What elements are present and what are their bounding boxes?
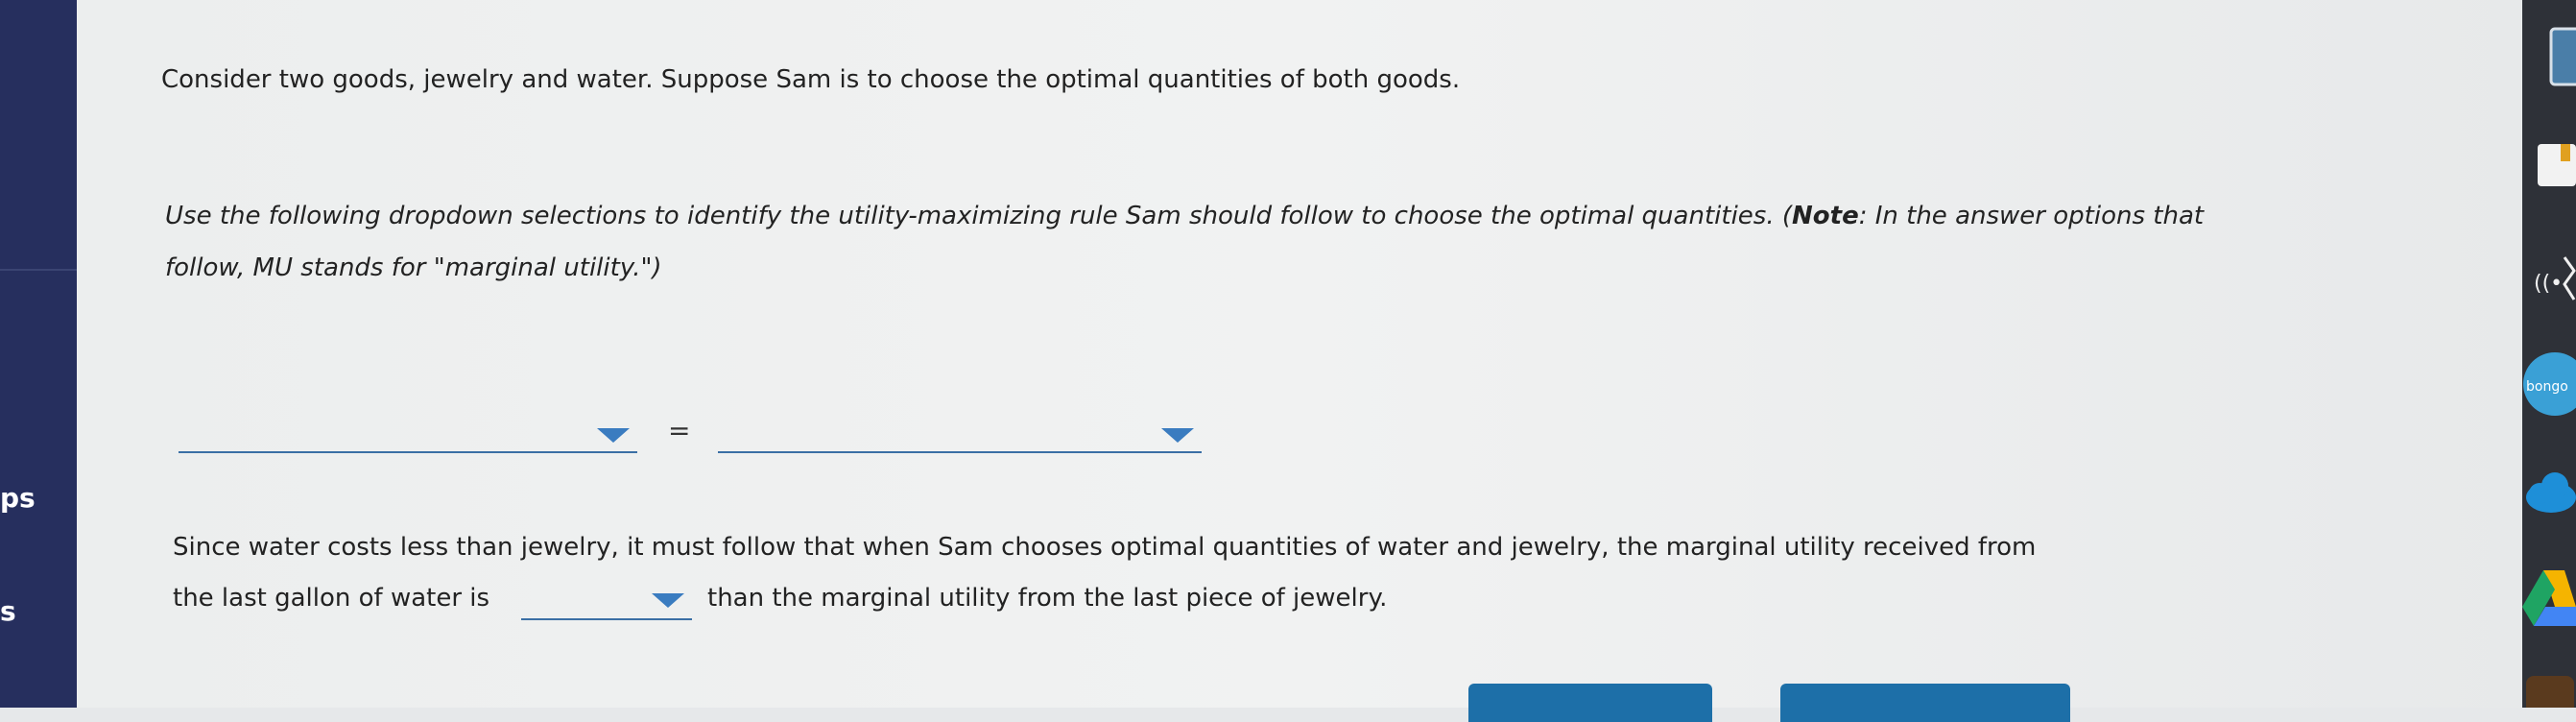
- comparison-text-line2: the last gallon of water is: [173, 584, 489, 613]
- right-dock: ((• bongo: [2522, 0, 2576, 722]
- bookmark-icon[interactable]: [2536, 142, 2576, 190]
- grade-button[interactable]: [1468, 684, 1712, 722]
- chevron-down-icon: [652, 593, 684, 608]
- sidebar-item-label-1[interactable]: ps: [0, 482, 36, 514]
- sidebar-divider: [0, 269, 77, 271]
- rule-right-dropdown[interactable]: [718, 417, 1202, 453]
- document-icon[interactable]: [2549, 27, 2576, 90]
- question-instructions: Use the following dropdown selections to…: [165, 190, 2209, 294]
- comparison-dropdown[interactable]: [521, 584, 692, 620]
- question-intro: Consider two goods, jewelry and water. S…: [161, 65, 1461, 94]
- chevron-down-icon: [597, 428, 630, 443]
- comparison-text-after: than the marginal utility from the last …: [707, 584, 1388, 613]
- svg-text:((•: ((•: [2534, 272, 2563, 296]
- cloud-icon[interactable]: [2522, 469, 2576, 520]
- comparison-text-before: the last gallon of water is: [173, 584, 490, 613]
- question-panel: Consider two goods, jewelry and water. S…: [77, 0, 2522, 722]
- instructions-text-start: Use the following dropdown selections to…: [165, 202, 1793, 230]
- left-sidebar: ps s: [0, 0, 77, 708]
- bongo-label: bongo: [2526, 379, 2568, 395]
- equals-sign: =: [668, 415, 691, 446]
- comparison-text-after-wrap: than the marginal utility from the last …: [707, 584, 1387, 613]
- sidebar-item-label-2[interactable]: s: [0, 595, 16, 627]
- broadcast-icon[interactable]: ((•: [2532, 252, 2576, 309]
- google-drive-icon[interactable]: [2522, 568, 2576, 634]
- note-label: Note: [1792, 202, 1859, 230]
- rule-left-dropdown[interactable]: [179, 417, 637, 453]
- bongo-icon[interactable]: bongo: [2522, 351, 2576, 422]
- app-icon[interactable]: [2524, 674, 2576, 722]
- save-button[interactable]: [1780, 684, 2070, 722]
- comparison-text-line1: Since water costs less than jewelry, it …: [173, 533, 2037, 562]
- chevron-down-icon: [1161, 428, 1194, 443]
